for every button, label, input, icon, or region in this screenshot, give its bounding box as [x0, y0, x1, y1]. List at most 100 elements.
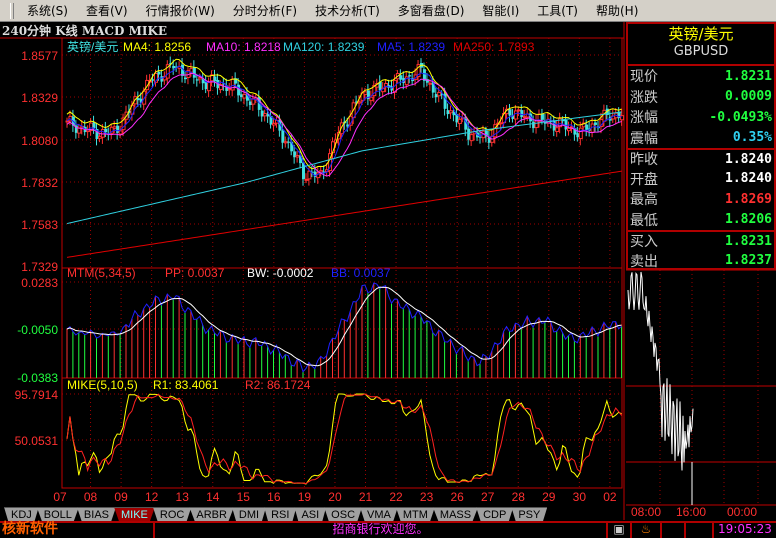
quote-label: 最低 [630, 212, 658, 229]
quote-row: 现价 1.8231 [628, 66, 774, 87]
tab-dmi[interactable]: DMI [231, 507, 267, 521]
tab-cdp[interactable]: CDP [476, 507, 514, 521]
candle-body [104, 128, 108, 133]
quote-row: 开盘 1.8240 [628, 169, 774, 190]
candle-body [437, 91, 442, 97]
quote-row: 涨幅 -0.0493% [628, 107, 774, 128]
date-tick: 22 [389, 490, 403, 504]
panel-frame [61, 37, 623, 269]
mtm-tick: -0.0383 [17, 371, 58, 385]
quote-value: 0.0009 [725, 89, 772, 105]
date-tick: 20 [328, 490, 342, 504]
tab-mike[interactable]: MIKE [114, 507, 155, 521]
candle-body [399, 75, 403, 80]
quote-value: 1.8206 [725, 212, 772, 228]
candle-body [281, 130, 285, 143]
candle-body [508, 109, 512, 116]
intraday-time-tick: 16:00 [676, 505, 706, 519]
candle-body [242, 93, 247, 99]
candle-body [516, 109, 521, 112]
quote-label: 涨幅 [630, 110, 658, 127]
quote-row: 卖出 1.8237 [628, 251, 774, 272]
mike-r2-line [66, 393, 623, 485]
candle-body [207, 81, 212, 92]
candle-body [272, 122, 276, 126]
quote-row: 买入 1.8231 [628, 230, 774, 251]
quote-value: 0.35% [732, 130, 772, 146]
quote-row: 最高 1.8269 [628, 189, 774, 210]
candle-body [213, 76, 217, 82]
date-tick: 08 [84, 490, 98, 504]
quote-row: 震幅 0.35% [628, 128, 774, 149]
tab-mtm[interactable]: MTM [395, 507, 435, 521]
tab-psy[interactable]: PSY [511, 507, 548, 521]
candle-body [585, 124, 589, 130]
date-tick: 30 [573, 490, 587, 504]
candle-body [287, 141, 291, 143]
candle-body [92, 122, 96, 129]
tab-boll[interactable]: BOLL [36, 507, 79, 521]
candle-body [307, 170, 312, 180]
tab-vma[interactable]: VMA [360, 507, 398, 521]
date-tick: 27 [481, 490, 495, 504]
mtm-histogram [66, 283, 623, 378]
candle-body [594, 122, 598, 125]
candle-body [567, 127, 571, 132]
candle-body [469, 134, 474, 142]
quote-label: 震幅 [630, 130, 658, 147]
candle-body [192, 66, 196, 78]
quote-panel: 英镑/美元 GBPUSD 现价 1.8231 涨跌 0.0009 涨幅 -0.0493% 震幅… [626, 22, 776, 270]
candle-body [520, 110, 524, 118]
quote-value: 1.8231 [725, 233, 772, 249]
tab-arbr[interactable]: ARBR [189, 507, 234, 521]
tab-mass[interactable]: MASS [432, 507, 479, 521]
mike-legend-r2: R2: 86.1724 [245, 378, 311, 392]
tab-bias[interactable]: BIAS [76, 507, 116, 521]
panel-frame [61, 267, 623, 379]
candle-body [428, 82, 433, 85]
quote-label: 涨跌 [630, 89, 658, 106]
candle-body [172, 65, 176, 69]
legend-ma10: MA10: 1.8218 [206, 40, 281, 54]
mike-tick: 95.7914 [15, 388, 59, 402]
date-tick: 26 [450, 490, 464, 504]
candle-body [319, 170, 324, 173]
price-tick: 1.7329 [21, 260, 58, 274]
tab-kdj[interactable]: KDJ [4, 507, 39, 521]
price-tick: 1.8329 [21, 91, 58, 105]
candle-body [112, 126, 117, 129]
legend-ma250: MA250: 1.7893 [453, 40, 535, 54]
candle-body [408, 75, 412, 77]
tab-asi[interactable]: ASI [294, 507, 327, 521]
legend-ma5: MA5: 1.8239 [377, 40, 445, 54]
candle-body [369, 96, 374, 102]
mike-tick: 50.0531 [15, 434, 59, 448]
candle-body [555, 127, 560, 133]
quote-value: -0.0493% [709, 109, 772, 125]
quote-name: 英镑/美元 [668, 25, 734, 43]
quote-label: 卖出 [630, 253, 658, 270]
date-tick: 29 [542, 490, 556, 504]
quote-value: 1.8269 [725, 191, 772, 207]
quote-row: 昨收 1.8240 [628, 148, 774, 169]
quote-row: 涨跌 0.0009 [628, 87, 774, 108]
date-tick: 02 [603, 490, 617, 504]
date-tick: 14 [206, 490, 220, 504]
tab-osc[interactable]: OSC [324, 507, 363, 521]
mtm-legend-bw: BW: -0.0002 [247, 266, 314, 280]
mtm-tick: -0.0050 [17, 323, 58, 337]
date-tick: 07 [53, 490, 67, 504]
legend-name: 英镑/美元 [67, 39, 118, 54]
candle-body [449, 110, 453, 114]
candle-body [195, 79, 199, 81]
candle-body [602, 109, 607, 122]
legend-ma120: MA120: 1.8239 [283, 40, 365, 54]
date-tick: 09 [114, 490, 128, 504]
mtm-legend-title: MTM(5,34,5) [67, 266, 136, 280]
quote-label: 开盘 [630, 171, 658, 188]
mtm-tick: 0.0283 [21, 276, 58, 290]
date-tick: 15 [237, 490, 251, 504]
tab-rsi[interactable]: RSI [264, 507, 297, 521]
tab-roc[interactable]: ROC [152, 507, 192, 521]
quote-value: 1.8237 [725, 253, 772, 269]
